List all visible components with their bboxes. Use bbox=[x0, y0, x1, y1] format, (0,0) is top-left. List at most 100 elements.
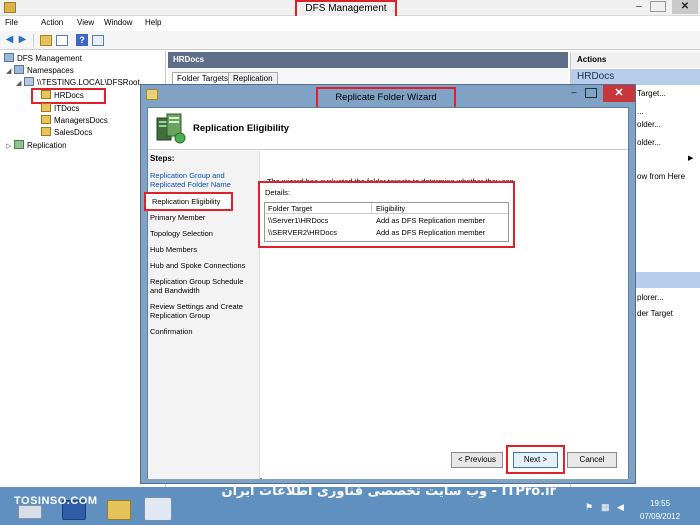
wizard-close-button[interactable]: ✕ bbox=[603, 85, 635, 102]
table-cell-folder-target[interactable]: \\SERVER2\HRDocs bbox=[268, 228, 337, 238]
step-replication-group-name[interactable]: Replication Group and Replicated Folder … bbox=[150, 171, 254, 189]
step-replication-eligibility: Replication Eligibility bbox=[144, 192, 233, 211]
details-panel: Details: Folder Target Eligibility \\Ser… bbox=[258, 181, 515, 248]
step-confirmation: Confirmation bbox=[150, 327, 193, 336]
table-cell-folder-target[interactable]: \\Server1\HRDocs bbox=[268, 216, 328, 226]
dfs-root-icon bbox=[4, 53, 14, 62]
wizard-header: Replication Eligibility bbox=[148, 108, 628, 150]
main-titlebar: DFS Management – ✕ bbox=[0, 0, 700, 18]
show-action-pane-icon[interactable] bbox=[92, 35, 104, 46]
file-explorer-icon[interactable] bbox=[107, 500, 131, 520]
wizard-title: Replicate Folder Wizard bbox=[316, 87, 456, 109]
flag-icon[interactable]: ⚑ bbox=[585, 502, 596, 512]
wizard-minimize-button[interactable]: – bbox=[564, 86, 584, 100]
network-icon[interactable]: ▦ bbox=[601, 502, 612, 512]
minimize-button[interactable]: – bbox=[630, 0, 648, 14]
tree-item-salesdocs[interactable]: SalesDocs bbox=[41, 127, 92, 139]
watermark-left: TOSINSO.COM bbox=[14, 495, 98, 507]
action-item[interactable]: ow from Here bbox=[637, 172, 685, 181]
close-button[interactable]: ✕ bbox=[672, 0, 698, 14]
collapse-arrow-icon[interactable]: ◢ bbox=[6, 66, 14, 78]
center-pane-header: HRDocs bbox=[168, 52, 568, 68]
replication-icon bbox=[14, 140, 24, 149]
tree-item-hrdocs[interactable]: HRDocs bbox=[31, 88, 106, 104]
volume-icon[interactable]: ◀ bbox=[617, 502, 628, 512]
namespaces-icon bbox=[14, 65, 24, 74]
tree-item-label: Replication bbox=[27, 141, 67, 150]
server-manager-icon[interactable] bbox=[18, 505, 42, 519]
folder-icon bbox=[41, 103, 51, 112]
action-item[interactable]: plorer... bbox=[637, 293, 664, 302]
tree-item-label: HRDocs bbox=[54, 91, 84, 100]
wizard-body: Replication Eligibility Steps: Replicati… bbox=[144, 107, 629, 479]
clock-date[interactable]: 07/09/2012 bbox=[640, 512, 680, 521]
action-item[interactable]: der Target bbox=[637, 309, 673, 318]
step-hub-members: Hub Members bbox=[150, 245, 198, 254]
back-arrow-icon[interactable]: ◀ bbox=[3, 34, 16, 47]
steps-title: Steps: bbox=[150, 154, 175, 163]
folder-icon bbox=[41, 115, 51, 124]
eligibility-table[interactable]: Folder Target Eligibility \\Server1\HRDo… bbox=[264, 202, 509, 242]
folder-icon bbox=[41, 90, 51, 99]
step-primary-member: Primary Member bbox=[150, 213, 206, 222]
collapse-arrow-icon[interactable]: ◢ bbox=[16, 78, 24, 90]
menu-file[interactable]: File bbox=[5, 18, 18, 27]
menu-help[interactable]: Help bbox=[145, 18, 161, 27]
next-button[interactable]: Next > bbox=[513, 452, 558, 468]
step-hub-spoke-connections: Hub and Spoke Connections bbox=[150, 261, 246, 270]
wizard-page-title: Replication Eligibility bbox=[193, 123, 290, 134]
tree-item-itdocs[interactable]: ITDocs bbox=[41, 103, 79, 115]
folder-icon bbox=[41, 127, 51, 136]
clock-time[interactable]: 19:55 bbox=[650, 499, 670, 508]
table-cell-eligibility: Add as DFS Replication member bbox=[376, 228, 486, 237]
tree-item-label: SalesDocs bbox=[54, 128, 93, 137]
replication-wizard-icon bbox=[156, 113, 186, 144]
tree-item-label: \\TESTING.LOCAL\DFSRoot bbox=[37, 78, 140, 87]
expand-arrow-icon[interactable]: ▷ bbox=[6, 141, 14, 153]
toolbar: ◀ ▶ ? bbox=[0, 31, 700, 50]
tree-item-label: ManagersDocs bbox=[54, 116, 108, 125]
table-cell-eligibility: Add as DFS Replication member bbox=[376, 216, 486, 225]
tree-item-replication[interactable]: ▷ Replication bbox=[6, 140, 67, 152]
toolbar-separator bbox=[33, 34, 34, 47]
wizard-maximize-button[interactable] bbox=[585, 88, 597, 98]
menu-action[interactable]: Action bbox=[41, 18, 63, 27]
action-item[interactable]: older... bbox=[637, 138, 661, 147]
tree-item-namespaces[interactable]: ◢ Namespaces bbox=[6, 65, 74, 77]
up-folder-icon[interactable] bbox=[40, 35, 52, 46]
menu-window[interactable]: Window bbox=[104, 18, 132, 27]
tree-item-managersdocs[interactable]: ManagersDocs bbox=[41, 115, 108, 127]
tree-item-label: DFS Management bbox=[17, 54, 82, 63]
action-item[interactable]: ... bbox=[637, 107, 644, 116]
column-header-eligibility[interactable]: Eligibility bbox=[372, 203, 508, 214]
action-item[interactable]: older... bbox=[637, 120, 661, 129]
forward-arrow-icon[interactable]: ▶ bbox=[16, 34, 29, 47]
column-header-folder-target[interactable]: Folder Target bbox=[265, 203, 372, 214]
help-icon[interactable]: ? bbox=[76, 34, 88, 46]
menu-bar: File Action View Window Help bbox=[0, 16, 700, 31]
watermark-right: ITPro.ir - وب سایت تخصصی فناوری اطلاعات … bbox=[221, 484, 557, 499]
wizard-folder-icon bbox=[146, 89, 158, 100]
maximize-button[interactable] bbox=[650, 1, 666, 12]
tree-item-label: ITDocs bbox=[54, 104, 80, 113]
replicate-folder-wizard: Replicate Folder Wizard – ✕ Replication … bbox=[140, 84, 636, 484]
step-review-settings: Review Settings and Create Replication G… bbox=[150, 302, 243, 320]
tree-item-dfs-management[interactable]: DFS Management bbox=[4, 53, 82, 65]
actions-group-hrdocs[interactable]: HRDocs bbox=[571, 69, 700, 85]
step-schedule-bandwidth: Replication Group Schedule and Bandwidth bbox=[150, 277, 244, 295]
namespace-icon bbox=[24, 77, 34, 86]
action-item[interactable]: Target... bbox=[637, 89, 666, 98]
menu-view[interactable]: View bbox=[77, 18, 94, 27]
step-topology-selection: Topology Selection bbox=[150, 229, 213, 238]
previous-button[interactable]: < Previous bbox=[451, 452, 503, 468]
show-tree-icon[interactable] bbox=[56, 35, 68, 46]
submenu-arrow-icon: ▶ bbox=[688, 155, 694, 162]
tree-item-label: Namespaces bbox=[27, 66, 74, 75]
details-label: Details: bbox=[265, 188, 291, 197]
actions-title: Actions bbox=[571, 52, 700, 68]
dfs-app-icon bbox=[4, 2, 16, 13]
dfs-management-task-icon[interactable] bbox=[144, 497, 172, 521]
wizard-steps-panel: Steps: Replication Group and Replicated … bbox=[144, 151, 260, 479]
cancel-button[interactable]: Cancel bbox=[567, 452, 617, 468]
wizard-titlebar: Replicate Folder Wizard – ✕ bbox=[141, 85, 635, 109]
